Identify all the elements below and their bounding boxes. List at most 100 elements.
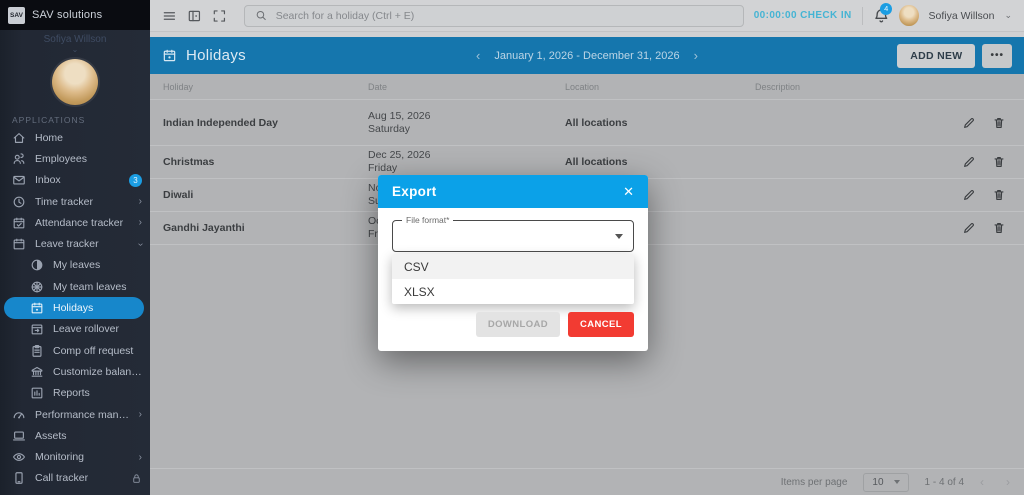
chevron-right-icon: › — [139, 217, 142, 228]
holiday-name: Indian Independed Day — [163, 117, 368, 129]
holiday-name: Diwali — [163, 189, 368, 201]
table-row[interactable]: Indian Independed DayAug 15, 2026Saturda… — [150, 100, 1024, 146]
row-actions — [940, 221, 1024, 235]
holiday-date: Dec 25, 2026Friday — [368, 149, 565, 175]
sidebar-item-label: My team leaves — [53, 281, 142, 293]
range-label: 1 - 4 of 4 — [925, 477, 964, 488]
sidebar-item-home[interactable]: Home — [0, 127, 150, 148]
sidebar-user-block: Sofiya Willson ⌄ — [0, 30, 150, 105]
file-format-options: CSVXLSX — [392, 254, 634, 304]
search-input[interactable] — [276, 10, 733, 22]
sidebar-item-holidays[interactable]: Holidays — [4, 297, 144, 318]
notifications-bell[interactable]: 4 — [873, 7, 890, 25]
edit-icon[interactable] — [962, 116, 976, 130]
option-csv[interactable]: CSV — [392, 254, 634, 279]
user-menu[interactable]: Sofiya Willson — [929, 10, 995, 22]
row-actions — [940, 116, 1024, 130]
items-per-page-label: Items per page — [781, 477, 848, 488]
sidebar-item-my-team-leaves[interactable]: My team leaves — [0, 276, 150, 297]
sidebar-item-comp-off-request[interactable]: Comp off request — [0, 340, 150, 361]
sidebar-item-my-leaves[interactable]: My leaves — [0, 255, 150, 276]
sidebar-item-reports[interactable]: Reports — [0, 383, 150, 404]
column-header-description: Description — [755, 82, 940, 92]
edit-icon[interactable] — [962, 221, 976, 235]
download-button[interactable]: DOWNLOAD — [476, 312, 560, 337]
sidebar-item-label: Home — [35, 132, 142, 144]
chevron-down-icon — [615, 234, 623, 239]
sidebar-item-time-tracker[interactable]: Time tracker› — [0, 191, 150, 212]
modal-body: File format* CSVXLSX DOWNLOAD CANCEL — [378, 208, 648, 351]
sidebar-item-employees[interactable]: Employees — [0, 148, 150, 169]
edit-icon[interactable] — [962, 188, 976, 202]
fullscreen-icon[interactable] — [212, 8, 227, 24]
call-tracker-icon — [12, 471, 26, 485]
brand[interactable]: SAV SAV solutions — [0, 0, 150, 30]
file-format-select[interactable]: File format* — [392, 220, 634, 252]
sidebar-item-label: My leaves — [53, 259, 142, 271]
column-header-location: Location — [565, 82, 755, 92]
add-new-button[interactable]: ADD NEW — [897, 44, 975, 68]
avatar[interactable] — [899, 5, 918, 26]
holiday-name: Christmas — [163, 156, 368, 168]
sidebar-item-call-tracker[interactable]: Call tracker — [0, 468, 150, 489]
sidebar-item-customize-balance[interactable]: Customize balance — [0, 361, 150, 382]
more-options-button[interactable]: ••• — [982, 44, 1012, 68]
modal-title: Export — [392, 184, 437, 199]
hamburger-menu-icon[interactable] — [162, 8, 177, 24]
delete-icon[interactable] — [992, 188, 1006, 202]
table-header-row: HolidayDateLocationDescription — [150, 74, 1024, 100]
divider — [862, 7, 863, 25]
sidebar-item-assets[interactable]: Assets — [0, 425, 150, 446]
sidebar-item-performance-management[interactable]: Performance management› — [0, 404, 150, 425]
sidebar: SAV SAV solutions Sofiya Willson ⌄ APPLI… — [0, 0, 150, 495]
reports-icon — [30, 386, 44, 400]
sidebar-item-label: Time tracker — [35, 196, 130, 208]
search-box[interactable] — [244, 5, 743, 27]
page-size-select[interactable]: 10 — [863, 473, 908, 492]
assets-icon — [12, 429, 26, 443]
sidebar-item-label: Leave rollover — [53, 323, 142, 335]
holiday-date: Aug 15, 2026Saturday — [368, 110, 565, 136]
chevron-down-icon — [894, 480, 900, 484]
chevron-down-icon[interactable]: ⌄ — [1004, 10, 1012, 21]
cancel-button[interactable]: CANCEL — [568, 312, 634, 337]
rollover-icon — [30, 322, 44, 336]
chevron-right-icon: › — [139, 452, 142, 463]
sidebar-user-name: Sofiya Willson — [0, 34, 150, 45]
sidebar-item-inbox[interactable]: Inbox3 — [0, 170, 150, 191]
sidebar-item-leave-rollover[interactable]: Leave rollover — [0, 319, 150, 340]
sidebar-item-label: Call tracker — [35, 472, 122, 484]
column-header-holiday: Holiday — [163, 82, 368, 92]
delete-icon[interactable] — [992, 221, 1006, 235]
checkin-button[interactable]: 00:00:00 CHECK IN — [754, 10, 852, 21]
holiday-location: All locations — [565, 117, 755, 129]
prev-page-button[interactable]: ‹ — [980, 475, 984, 489]
delete-icon[interactable] — [992, 155, 1006, 169]
sidebar-item-monitoring[interactable]: Monitoring› — [0, 446, 150, 467]
brand-logo-icon: SAV — [8, 7, 25, 24]
option-xlsx[interactable]: XLSX — [392, 279, 634, 304]
brand-name: SAV solutions — [32, 9, 102, 21]
date-range-nav: ‹ January 1, 2026 - December 31, 2026 › — [476, 48, 698, 63]
sidebar-item-label: Reports — [53, 387, 142, 399]
file-format-label: File format* — [402, 215, 453, 225]
close-icon[interactable]: ✕ — [623, 185, 634, 198]
next-period-button[interactable]: › — [694, 48, 698, 63]
sidebar-item-leave-tracker[interactable]: Leave tracker› — [0, 233, 150, 254]
app-root: SAV SAV solutions Sofiya Willson ⌄ APPLI… — [0, 0, 1024, 495]
next-page-button[interactable]: › — [1006, 475, 1010, 489]
sidebar-item-label: Employees — [35, 153, 142, 165]
column-header-date: Date — [368, 82, 565, 92]
panel-toggle-icon[interactable] — [187, 8, 202, 24]
edit-icon[interactable] — [962, 155, 976, 169]
prev-period-button[interactable]: ‹ — [476, 48, 480, 63]
delete-icon[interactable] — [992, 116, 1006, 130]
modal-header: Export ✕ — [378, 175, 648, 208]
chevron-right-icon: › — [139, 409, 142, 420]
my-leaves-icon — [30, 258, 44, 272]
balance-icon — [30, 365, 44, 379]
avatar[interactable] — [52, 59, 98, 105]
paginator: Items per page 10 1 - 4 of 4 ‹ › — [150, 468, 1024, 495]
sidebar-item-attendance-tracker[interactable]: Attendance tracker› — [0, 212, 150, 233]
sidebar-item-label: Customize balance — [53, 366, 142, 378]
